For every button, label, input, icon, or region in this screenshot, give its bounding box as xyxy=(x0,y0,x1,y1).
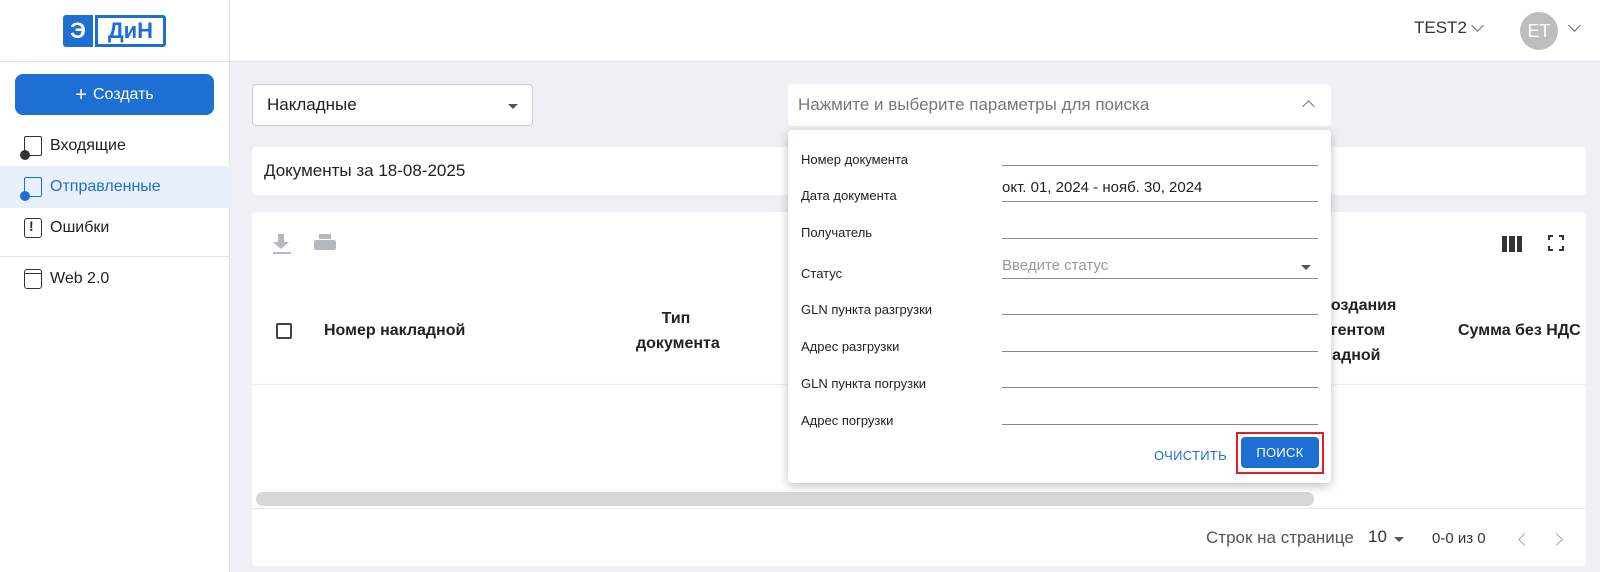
columns-icon[interactable] xyxy=(1502,236,1522,252)
edin-logo[interactable]: Э ДиН xyxy=(62,14,167,48)
filter-label-document-date: Дата документа xyxy=(801,188,897,203)
search-placeholder: Нажмите и выберите параметры для поиска xyxy=(798,95,1150,114)
sidebar-item-label: Ошибки xyxy=(50,219,110,236)
previous-page-icon[interactable] xyxy=(1518,533,1531,546)
create-button-label: Создать xyxy=(92,85,154,103)
filter-label-status: Статус xyxy=(801,266,843,281)
table-footer-divider xyxy=(252,508,1586,509)
window-icon xyxy=(24,269,42,289)
document-date-input[interactable] xyxy=(1002,201,1318,202)
rows-per-page-select[interactable]: 10 xyxy=(1368,527,1387,547)
download-icon-base xyxy=(273,252,291,254)
sidebar-item-errors[interactable]: Ошибки xyxy=(0,207,230,249)
fullscreen-icon[interactable] xyxy=(1548,235,1564,251)
sidebar: + Создать Входящие Отправленные Ошибки W… xyxy=(0,62,230,572)
clipboard-alert-icon xyxy=(24,218,42,238)
account-name: TEST2 xyxy=(1414,18,1467,37)
top-bar: Э ДиН TEST2 ET xyxy=(0,0,1600,62)
sidebar-item-incoming[interactable]: Входящие xyxy=(0,125,230,167)
clear-button[interactable]: ОЧИСТИТЬ xyxy=(1154,448,1227,463)
status-placeholder: Введите статус xyxy=(1002,257,1109,274)
plus-icon: + xyxy=(75,83,87,106)
dropdown-caret-icon[interactable] xyxy=(1394,537,1404,542)
incoming-doc-icon xyxy=(20,136,42,160)
column-header-document-type[interactable]: Тип документа xyxy=(636,306,720,356)
document-date-value: окт. 01, 2024 - нояб. 30, 2024 xyxy=(1002,179,1203,196)
unloading-gln-input[interactable] xyxy=(1002,314,1318,315)
document-number-input[interactable] xyxy=(1002,165,1318,166)
sent-doc-icon xyxy=(20,177,42,201)
filter-label-unloading-gln: GLN пункта разгрузки xyxy=(801,302,933,317)
download-icon[interactable] xyxy=(272,234,292,254)
sidebar-item-web2[interactable]: Web 2.0 xyxy=(0,258,230,300)
column-header-sum-without-vat[interactable]: Сумма без НДС xyxy=(1458,318,1581,343)
search-button[interactable]: ПОИСК xyxy=(1241,437,1319,468)
filter-label-document-number: Номер документа xyxy=(801,152,909,167)
document-type-select[interactable]: Накладные xyxy=(252,84,533,126)
loading-gln-input[interactable] xyxy=(1002,387,1318,388)
sidebar-item-sent[interactable]: Отправленные xyxy=(0,166,230,208)
logo-left-part: Э xyxy=(62,15,93,47)
horizontal-scrollbar[interactable] xyxy=(256,492,1314,506)
pagination-range: 0-0 из 0 xyxy=(1432,530,1486,547)
column-header-creation-date[interactable]: создания агентом ладной xyxy=(1322,293,1396,368)
filter-label-loading-gln: GLN пункта погрузки xyxy=(801,376,927,391)
filter-label-loading-address: Адрес погрузки xyxy=(801,413,894,428)
sidebar-item-label: Web 2.0 xyxy=(50,270,110,287)
sidebar-item-label: Отправленные xyxy=(50,178,161,195)
dropdown-caret-icon xyxy=(508,104,518,109)
recipient-input[interactable] xyxy=(1002,238,1318,239)
chevron-down-icon xyxy=(1471,19,1484,32)
status-select[interactable] xyxy=(1002,278,1318,279)
search-params-toggle[interactable]: Нажмите и выберите параметры для поиска xyxy=(788,84,1331,126)
create-button[interactable]: + Создать xyxy=(15,74,214,115)
next-page-icon[interactable] xyxy=(1550,533,1563,546)
select-all-checkbox[interactable] xyxy=(276,323,292,339)
filter-label-unloading-address: Адрес разгрузки xyxy=(801,339,900,354)
logo-right-part: ДиН xyxy=(94,15,167,47)
chevron-up-icon xyxy=(1302,100,1315,113)
documents-title: Документы за 18-08-2025 xyxy=(264,161,466,180)
document-type-value: Накладные xyxy=(267,95,357,114)
filter-label-recipient: Получатель xyxy=(801,225,873,240)
rows-per-page-label: Строк на странице xyxy=(1206,528,1354,547)
print-icon[interactable] xyxy=(314,234,336,254)
unloading-address-input[interactable] xyxy=(1002,351,1318,352)
dropdown-caret-icon[interactable] xyxy=(1301,265,1311,270)
user-avatar[interactable]: ET xyxy=(1520,12,1558,50)
loading-address-input[interactable] xyxy=(1002,424,1318,425)
sidebar-item-label: Входящие xyxy=(50,137,126,154)
column-header-invoice-number[interactable]: Номер накладной xyxy=(324,318,465,343)
chevron-down-icon[interactable] xyxy=(1568,19,1581,32)
account-switcher[interactable]: TEST2 xyxy=(1414,18,1484,38)
logo-area: Э ДиН xyxy=(0,0,230,62)
sidebar-divider xyxy=(0,256,230,257)
search-filter-panel: Номер документа Дата документа окт. 01, … xyxy=(788,130,1331,483)
